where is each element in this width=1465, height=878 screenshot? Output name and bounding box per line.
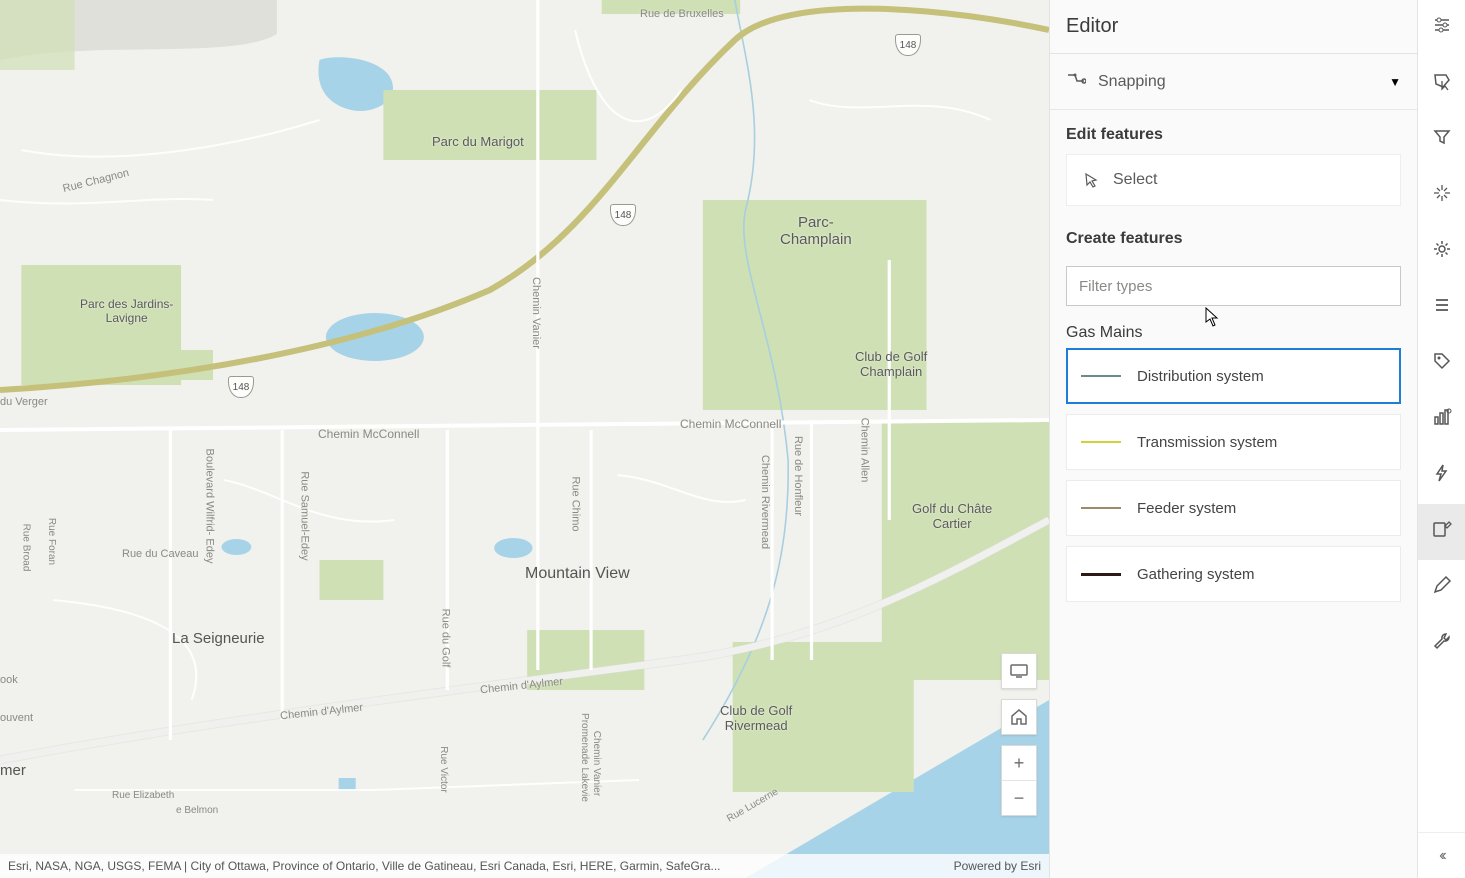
select-polygon-icon <box>1432 71 1452 96</box>
template-item[interactable]: Gathering system <box>1066 546 1401 602</box>
home-icon <box>1010 708 1028 726</box>
settings-sliders-icon <box>1432 15 1452 40</box>
map-attribution: Esri, NASA, NGA, USGS, FEMA | City of Ot… <box>0 854 1049 878</box>
app-root: Rue de BruxellesParc du MarigotRue Chagn… <box>0 0 1465 878</box>
rail-select-polygon-button[interactable] <box>1418 56 1465 112</box>
template-label: Gathering system <box>1137 566 1255 583</box>
zoom-in-button[interactable]: + <box>1001 745 1037 781</box>
attribution-text: Esri, NASA, NGA, USGS, FEMA | City of Ot… <box>8 859 720 873</box>
pen-icon <box>1432 575 1452 600</box>
line-swatch-icon <box>1081 573 1121 576</box>
tool-rail: ‹‹ <box>1417 0 1465 878</box>
snapping-toggle[interactable]: Snapping ▼ <box>1050 54 1417 110</box>
line-swatch-icon <box>1081 375 1121 377</box>
rail-list-button[interactable] <box>1418 280 1465 336</box>
wrench-icon <box>1432 631 1452 656</box>
chevron-down-icon: ▼ <box>1389 75 1401 89</box>
snapping-icon <box>1066 72 1086 92</box>
filter-types-input[interactable] <box>1066 266 1401 306</box>
rail-settings-sliders-button[interactable] <box>1418 0 1465 56</box>
map-viewport[interactable]: Rue de BruxellesParc du MarigotRue Chagn… <box>0 0 1049 878</box>
template-list: Distribution system Transmission system Fe… <box>1050 348 1417 602</box>
map-controls: + − <box>1001 653 1037 816</box>
sparkle-icon <box>1432 183 1452 208</box>
powered-by: Powered by Esri <box>954 859 1041 873</box>
snapping-label: Snapping <box>1098 73 1166 91</box>
select-tool-button[interactable]: Select <box>1066 154 1401 206</box>
line-swatch-icon <box>1081 441 1121 443</box>
rail-sparkle-button[interactable] <box>1418 168 1465 224</box>
edit-features-heading: Edit features <box>1050 110 1417 154</box>
home-extent-button[interactable] <box>1001 699 1037 735</box>
monitor-icon <box>1010 664 1028 678</box>
select-label: Select <box>1113 171 1157 189</box>
create-features-heading: Create features <box>1050 214 1417 258</box>
edit-pencil-icon <box>1432 519 1452 544</box>
rail-gear-button[interactable] <box>1418 224 1465 280</box>
minus-icon: − <box>1014 788 1025 809</box>
filter-icon <box>1432 127 1452 152</box>
template-label: Transmission system <box>1137 434 1277 451</box>
tag-icon <box>1432 351 1452 376</box>
template-item[interactable]: Feeder system <box>1066 480 1401 536</box>
zoom-group: + − <box>1001 745 1037 816</box>
fullscreen-button[interactable] <box>1001 653 1037 689</box>
editor-panel: Editor Snapping ▼ Edit features Select C… <box>1049 0 1417 878</box>
template-label: Feeder system <box>1137 500 1236 517</box>
template-item[interactable]: Transmission system <box>1066 414 1401 470</box>
cursor-icon <box>1083 172 1099 188</box>
map-canvas <box>0 0 1049 878</box>
list-icon <box>1432 295 1452 320</box>
gear-icon <box>1432 239 1452 264</box>
panel-title: Editor <box>1050 0 1417 54</box>
template-item[interactable]: Distribution system <box>1066 348 1401 404</box>
line-swatch-icon <box>1081 507 1121 509</box>
rail-pen-button[interactable] <box>1418 560 1465 616</box>
chart-bars-icon <box>1432 407 1452 432</box>
collapse-rail-button[interactable]: ‹‹ <box>1418 832 1465 878</box>
chevron-double-left-icon: ‹‹ <box>1439 847 1444 865</box>
rail-edit-pencil-button[interactable] <box>1418 504 1465 560</box>
plus-icon: + <box>1014 753 1025 774</box>
rail-chart-bars-button[interactable] <box>1418 392 1465 448</box>
lightning-icon <box>1432 463 1452 488</box>
rail-lightning-button[interactable] <box>1418 448 1465 504</box>
template-group-title: Gas Mains <box>1050 314 1417 348</box>
rail-filter-button[interactable] <box>1418 112 1465 168</box>
zoom-out-button[interactable]: − <box>1001 780 1037 816</box>
rail-tag-button[interactable] <box>1418 336 1465 392</box>
template-label: Distribution system <box>1137 368 1264 385</box>
rail-wrench-button[interactable] <box>1418 616 1465 672</box>
